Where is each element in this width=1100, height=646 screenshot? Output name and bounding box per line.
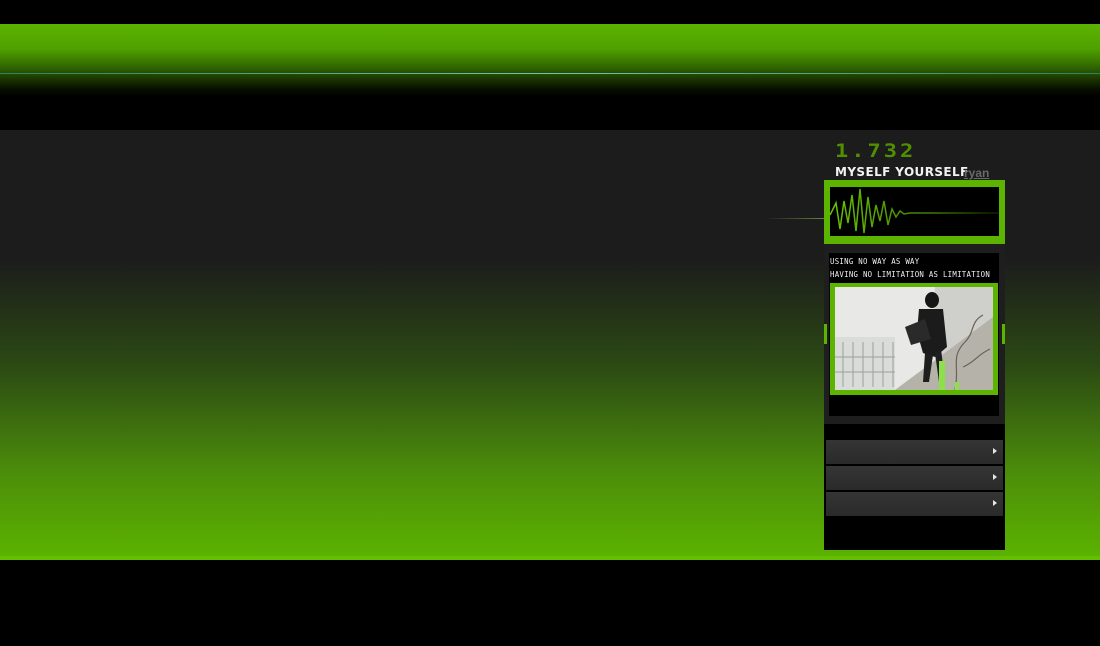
header-banner [0,24,1100,96]
nav-item-1[interactable] [826,440,1003,464]
user-link[interactable]: ryan [964,166,989,180]
arrow-right-icon [993,448,997,454]
right-edge-tab [1002,324,1005,344]
heartbeat-wave-icon [830,188,999,234]
site-title: MYSELF YOURSELF [835,165,969,179]
heartbeat-display [830,187,999,236]
quote-line-1: Using no way as way [830,257,920,266]
header-divider-line [0,73,1100,74]
arrow-right-icon [993,474,997,480]
arrow-right-icon [993,500,997,506]
quote-box: Using no way as way Having no limitation… [829,253,999,416]
nav-item-3[interactable] [826,492,1003,516]
photo-frame [830,283,998,395]
quote-line-2: Having no limitation as limitation [830,270,991,279]
logo-number: 1.732 [835,140,917,162]
heartbeat-banner [824,180,1005,244]
photo-image [835,287,993,390]
nav-item-2[interactable] [826,466,1003,490]
left-edge-tab [824,324,827,344]
main-bottom-border [0,556,1100,560]
profile-photo [835,287,993,390]
